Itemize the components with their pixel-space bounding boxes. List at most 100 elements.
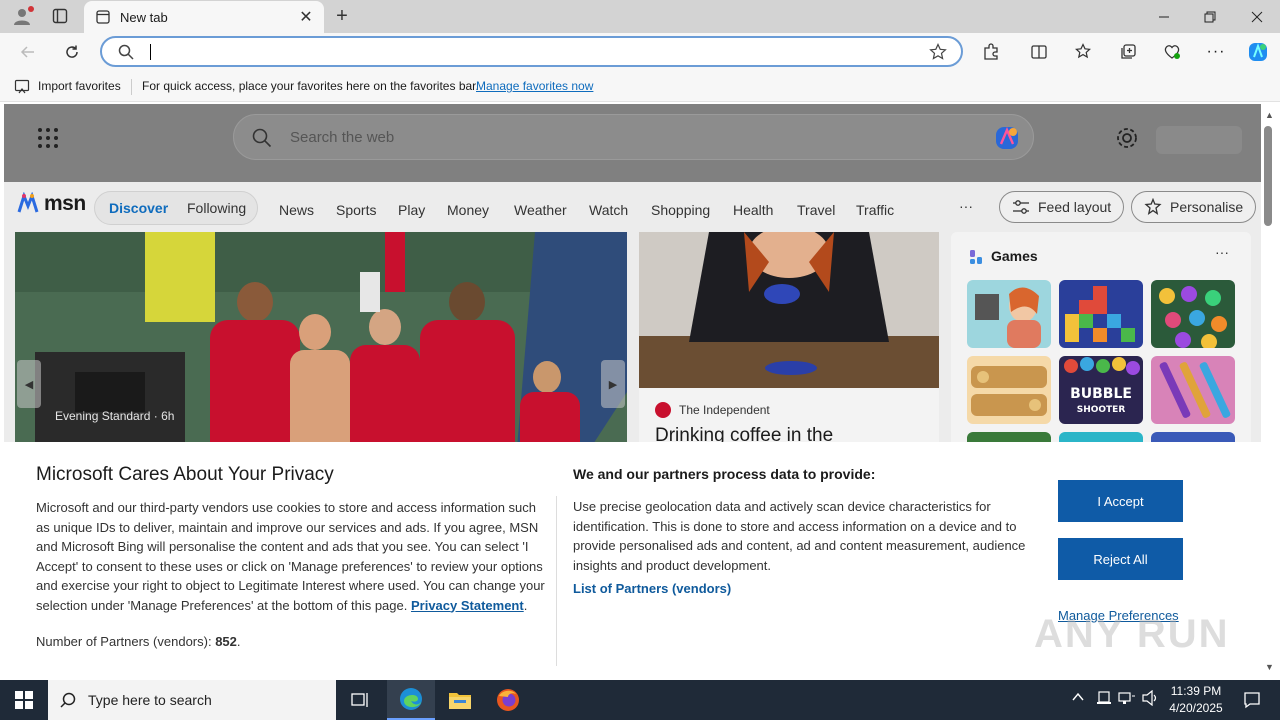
nav-traffic[interactable]: Traffic [856, 202, 894, 218]
collections-button[interactable] [1114, 38, 1142, 66]
sliders-icon [1013, 200, 1029, 214]
nav-shopping[interactable]: Shopping [651, 202, 710, 218]
refresh-icon [66, 45, 78, 58]
taskbar-file-explorer[interactable] [436, 680, 484, 720]
nav-travel[interactable]: Travel [797, 202, 835, 218]
nav-news[interactable]: News [279, 202, 314, 218]
favorites-button[interactable] [1070, 38, 1098, 66]
favorites-message: For quick access, place your favorites h… [142, 79, 479, 93]
scroll-down-icon[interactable]: ▼ [1265, 662, 1274, 672]
feed-layout-button[interactable]: Feed layout [999, 191, 1125, 223]
nav-watch[interactable]: Watch [589, 202, 628, 218]
partners-count-line: Number of Partners (vendors): 852. [36, 634, 241, 649]
favorites-bar: Import favorites For quick access, place… [0, 71, 1280, 102]
nav-money[interactable]: Money [447, 202, 489, 218]
tab-new-tab[interactable]: New tab ✕ [84, 1, 324, 33]
data-processing-body: Use precise geolocation data and activel… [573, 499, 1026, 573]
copilot-icon[interactable] [993, 124, 1021, 152]
system-clock[interactable]: 11:39 PM 4/20/2025 [1156, 683, 1236, 717]
close-window-button[interactable] [1234, 0, 1280, 33]
taskbar-search-placeholder: Type here to search [88, 692, 212, 708]
tab-discover[interactable]: Discover [109, 200, 168, 216]
app-launcher-icon[interactable] [38, 128, 58, 148]
reject-all-button[interactable]: Reject All [1058, 538, 1183, 580]
import-favorites-button[interactable]: Import favorites [14, 78, 121, 94]
taskbar-firefox[interactable] [484, 680, 532, 720]
chevron-left-icon: ◀ [24, 378, 34, 391]
nav-weather[interactable]: Weather [514, 202, 567, 218]
period: . [523, 597, 528, 613]
vertical-scrollbar[interactable]: ▲ ▼ [1261, 104, 1280, 676]
game-tile[interactable]: BUBBLE SHOOTER [1059, 356, 1143, 424]
privacy-statement-link[interactable]: Privacy Statement [411, 598, 524, 613]
sign-in-button[interactable] [1156, 126, 1242, 154]
profile-button[interactable] [8, 4, 36, 28]
game-thumbnail: BUBBLE SHOOTER [1064, 357, 1140, 415]
back-button[interactable] [14, 38, 42, 66]
personalise-button[interactable]: Personalise [1131, 191, 1257, 223]
task-view-icon [351, 693, 368, 707]
scrollbar-thumb[interactable] [1264, 126, 1272, 226]
page-settings-gear-icon[interactable] [1114, 125, 1140, 151]
clock-time: 11:39 PM [1170, 684, 1222, 698]
copilot-button[interactable] [1244, 38, 1272, 66]
tab-following[interactable]: Following [187, 200, 246, 216]
tab-actions-button[interactable] [46, 4, 74, 28]
tab-title: New tab [120, 9, 168, 25]
more-dots-icon: ··· [1206, 43, 1226, 60]
game-tile[interactable] [967, 356, 1051, 424]
game-tile[interactable] [967, 280, 1051, 348]
carousel-prev-button[interactable]: ◀ [17, 360, 41, 408]
favorite-star-icon[interactable] [929, 43, 947, 61]
refresh-button[interactable] [58, 38, 86, 66]
new-tab-page-icon [96, 10, 110, 24]
msn-butterfly-icon [17, 192, 39, 213]
games-more-button[interactable]: ··· [1215, 244, 1229, 260]
game-tile[interactable] [1151, 280, 1235, 348]
watermark: ANY RUN [1034, 612, 1230, 656]
accept-button[interactable]: I Accept [1058, 480, 1183, 522]
restore-button[interactable] [1187, 0, 1233, 33]
new-tab-button[interactable]: + [330, 4, 354, 28]
game-tile[interactable] [1059, 280, 1143, 348]
nav-health[interactable]: Health [733, 202, 773, 218]
game-thumbnail [1159, 286, 1227, 348]
windows-taskbar: Type here to search 11:39 PM 4/20/2025 [0, 680, 1280, 720]
device-icon[interactable] [1096, 690, 1112, 709]
privacy-title: Microsoft Cares About Your Privacy [36, 464, 334, 485]
hero-source: Evening Standard · 6h [55, 409, 175, 423]
manage-favorites-link[interactable]: Manage favorites now [476, 79, 593, 93]
address-bar[interactable] [100, 36, 963, 67]
feed-layout-label: Feed layout [1038, 199, 1112, 215]
scroll-up-icon[interactable]: ▲ [1265, 110, 1274, 120]
close-tab-icon[interactable]: ✕ [296, 7, 316, 27]
game-tile[interactable] [1151, 356, 1235, 424]
task-view-button[interactable] [336, 680, 384, 720]
taskbar-search-box[interactable]: Type here to search [48, 680, 336, 720]
nav-more-button[interactable]: ··· [959, 198, 973, 214]
taskbar-edge[interactable] [387, 680, 435, 720]
settings-more-button[interactable]: ··· [1202, 38, 1230, 66]
list-of-partners-link[interactable]: List of Partners (vendors) [573, 581, 731, 596]
svg-text:BUBBLE: BUBBLE [1070, 386, 1132, 402]
show-hidden-icons-chevron-icon[interactable] [1071, 690, 1085, 707]
browser-essentials-button[interactable] [1158, 38, 1186, 66]
msn-logo[interactable]: msn [16, 192, 86, 216]
hero-news-card[interactable] [15, 232, 627, 472]
carousel-next-button[interactable]: ▶ [601, 360, 625, 408]
extensions-button[interactable] [977, 38, 1005, 66]
network-icon[interactable] [1118, 690, 1136, 709]
nav-sports[interactable]: Sports [336, 202, 376, 218]
edge-icon [400, 688, 422, 710]
copilot-icon [1249, 43, 1267, 61]
nav-play[interactable]: Play [398, 202, 425, 218]
news-card[interactable]: The Independent Drinking coffee in the [639, 232, 939, 472]
web-search-box[interactable]: Search the web [233, 114, 1034, 160]
start-button[interactable] [0, 680, 48, 720]
heartbeat-icon [1164, 45, 1180, 59]
import-favorites-label: Import favorites [38, 79, 121, 93]
split-screen-button[interactable] [1025, 38, 1053, 66]
import-icon [14, 79, 30, 94]
action-center-button[interactable] [1232, 680, 1272, 720]
minimize-button[interactable] [1141, 0, 1187, 33]
